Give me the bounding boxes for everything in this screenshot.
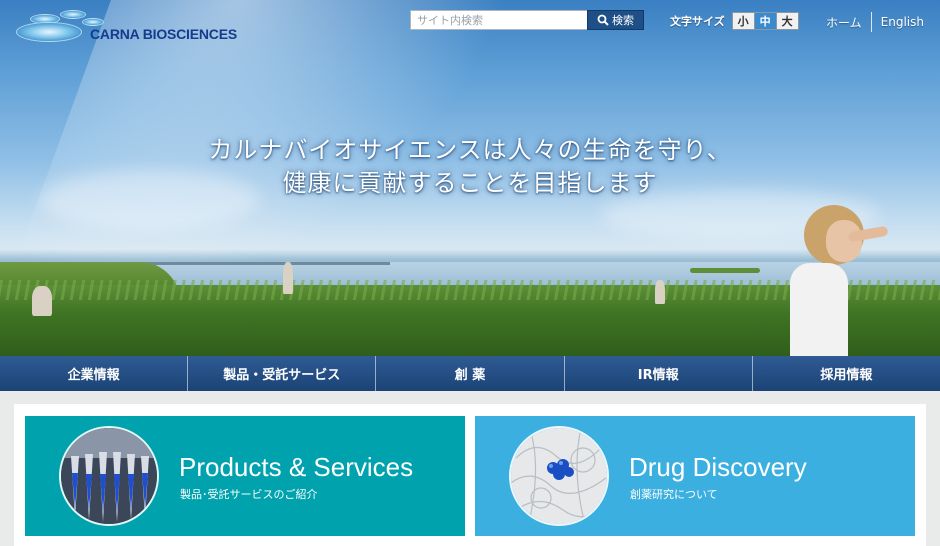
drug-discovery-title: Drug Discovery: [629, 452, 807, 482]
global-nav: 企業情報 製品・受託サービス 創 薬 IR情報 採用情報: [0, 356, 940, 391]
logo-disc-icon: [82, 18, 104, 26]
sitting-person: [32, 286, 52, 316]
link-divider: [870, 12, 872, 32]
logo-wordmark: CARNA BIOSCIENCES: [90, 26, 237, 42]
search-input[interactable]: [410, 10, 588, 30]
hero-tagline-line1: カルナバイオサイエンスは人々の生命を守り、: [208, 136, 732, 164]
drug-discovery-card[interactable]: Drug Discovery 創薬研究について: [475, 416, 915, 536]
island: [690, 268, 760, 273]
logo-disc-icon: [60, 10, 86, 19]
english-link[interactable]: English: [881, 15, 924, 29]
text-size-medium-button[interactable]: 中: [753, 11, 777, 30]
protein-molecule-image: [509, 426, 609, 526]
nav-item-company[interactable]: 企業情報: [0, 356, 189, 391]
text-size-label: 文字サイズ: [670, 14, 725, 28]
site-search: 検索: [410, 10, 644, 30]
nav-item-drug-discovery[interactable]: 創 薬: [376, 356, 565, 391]
wading-child: [655, 280, 665, 304]
pipette-tips-image: [59, 426, 159, 526]
hero-banner: カルナバイオサイエンスは人々の生命を守り、 健康に貢献することを目指します: [0, 0, 940, 356]
text-size-large-button[interactable]: 大: [775, 11, 799, 30]
nav-item-ir[interactable]: IR情報: [565, 356, 753, 391]
text-size-selector: 文字サイズ 小 中 大: [670, 11, 799, 30]
hero-tagline-line2: 健康に貢献することを目指します: [282, 169, 658, 197]
drug-discovery-subtitle: 創薬研究について: [630, 488, 718, 501]
products-services-subtitle: 製品･受託サービスのご紹介: [180, 488, 318, 501]
search-icon: [597, 14, 609, 26]
products-services-title: Products & Services: [179, 452, 414, 482]
girl-photo: [786, 205, 889, 356]
utility-links: ホーム English: [826, 12, 924, 32]
home-link[interactable]: ホーム: [826, 14, 862, 31]
products-services-card[interactable]: Products & Services 製品･受託サービスのご紹介: [25, 416, 465, 536]
logo-disc-icon: [16, 22, 82, 42]
nav-item-recruit[interactable]: 採用情報: [753, 356, 940, 391]
hero-tagline: カルナバイオサイエンスは人々の生命を守り、 健康に貢献することを目指します: [0, 134, 940, 200]
feature-area: Products & Services 製品･受託サービスのご紹介 Drug D…: [14, 404, 926, 546]
search-button-label: 検索: [612, 14, 634, 27]
text-size-small-button[interactable]: 小: [731, 11, 755, 30]
search-button[interactable]: 検索: [587, 10, 644, 30]
wading-child: [283, 262, 293, 294]
nav-item-products[interactable]: 製品・受託サービス: [188, 356, 377, 391]
company-logo[interactable]: CARNA BIOSCIENCES: [16, 8, 286, 52]
